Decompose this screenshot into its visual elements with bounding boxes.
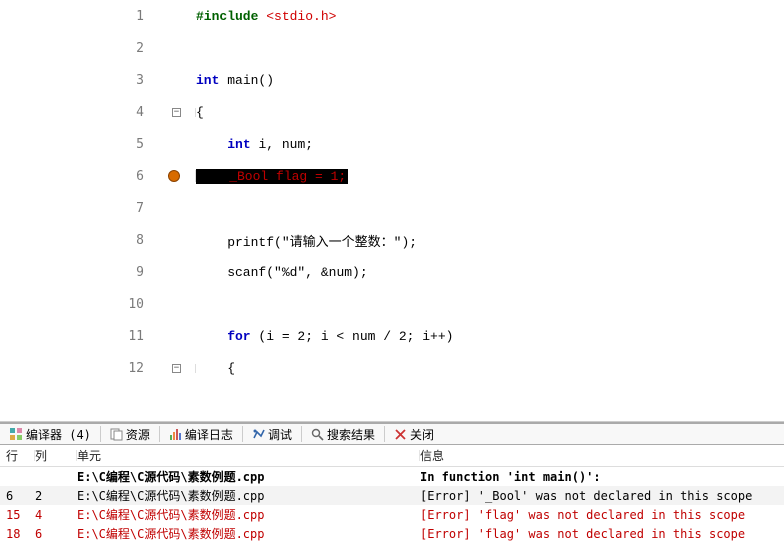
tab-debug[interactable]: 调试: [246, 424, 298, 445]
line-number: 11: [0, 329, 154, 344]
tab-close-label: 关闭: [410, 426, 434, 443]
code-line[interactable]: 10: [0, 288, 784, 320]
table-row[interactable]: 62E:\C编程\C源代码\素数例题.cpp[Error] '_Bool' wa…: [0, 486, 784, 505]
code-text[interactable]: printf("请输入一个整数：");: [196, 231, 784, 250]
log-icon: [169, 428, 182, 441]
tab-debug-label: 调试: [268, 426, 292, 443]
code-line[interactable]: 12 − {: [0, 352, 784, 384]
line-number: 6: [0, 169, 154, 184]
code-line[interactable]: 8 printf("请输入一个整数：");: [0, 224, 784, 256]
line-number: 4: [0, 105, 154, 120]
cell-info: [Error] '_Bool' was not declared in this…: [420, 489, 784, 503]
cell-unit: E:\C编程\C源代码\素数例题.cpp: [77, 506, 420, 523]
code-line[interactable]: 7: [0, 192, 784, 224]
tab-log[interactable]: 编译日志: [163, 424, 239, 445]
cell-col: 4: [35, 508, 77, 522]
close-icon: [394, 428, 407, 441]
code-text[interactable]: int i, num;: [196, 137, 784, 152]
header-col[interactable]: 列: [35, 447, 77, 464]
cell-unit: E:\C编程\C源代码\素数例题.cpp: [77, 487, 420, 504]
cell-unit: E:\C编程\C源代码\素数例题.cpp: [77, 525, 420, 542]
tab-close[interactable]: 关闭: [388, 424, 440, 445]
cell-col: 6: [35, 527, 77, 541]
cell-line: 18: [0, 527, 35, 541]
gutter[interactable]: [154, 170, 196, 182]
cell-info: [Error] 'flag' was not declared in this …: [420, 527, 784, 541]
code-line[interactable]: 6 _Bool flag = 1;: [0, 160, 784, 192]
code-editor[interactable]: 1 #include <stdio.h> 2 3 int main() 4 − {5 int …: [0, 0, 784, 422]
cell-info: In function 'int main()':: [420, 470, 784, 484]
fold-toggle-icon[interactable]: −: [172, 108, 181, 117]
code-text[interactable]: int main(): [196, 73, 784, 88]
code-line[interactable]: 1 #include <stdio.h>: [0, 0, 784, 32]
code-line[interactable]: 4 − {: [0, 96, 784, 128]
tab-compiler[interactable]: 编译器 (4): [4, 424, 97, 445]
table-row[interactable]: 186E:\C编程\C源代码\素数例题.cpp[Error] 'flag' wa…: [0, 524, 784, 543]
tab-compiler-label: 编译器 (4): [26, 426, 91, 443]
tab-resources[interactable]: 资源: [104, 424, 156, 445]
compiler-icon: [10, 428, 23, 441]
code-text[interactable]: scanf("%d", &num);: [196, 265, 784, 280]
compiler-output-table: 行 列 单元 信息 E:\C编程\C源代码\素数例题.cppIn functio…: [0, 445, 784, 543]
cell-line: 6: [0, 489, 35, 503]
code-line[interactable]: 3 int main(): [0, 64, 784, 96]
line-number: 2: [0, 41, 154, 56]
tab-search[interactable]: 搜索结果: [305, 424, 381, 445]
code-text[interactable]: #include <stdio.h>: [196, 9, 784, 24]
header-info[interactable]: 信息: [420, 447, 784, 464]
cell-info: [Error] 'flag' was not declared in this …: [420, 508, 784, 522]
gutter[interactable]: −: [154, 364, 196, 373]
header-unit[interactable]: 单元: [77, 447, 420, 464]
line-number: 8: [0, 233, 154, 248]
table-header: 行 列 单元 信息: [0, 445, 784, 467]
table-row[interactable]: 154E:\C编程\C源代码\素数例题.cpp[Error] 'flag' wa…: [0, 505, 784, 524]
code-line[interactable]: 2: [0, 32, 784, 64]
line-number: 10: [0, 297, 154, 312]
code-text[interactable]: {: [196, 361, 784, 376]
search-icon: [311, 428, 324, 441]
code-line[interactable]: 11 for (i = 2; i < num / 2; i++): [0, 320, 784, 352]
bottom-panel-tabs: 编译器 (4) 资源 编译日志 调试 搜索结果 关闭: [0, 422, 784, 445]
code-line[interactable]: 5 int i, num;: [0, 128, 784, 160]
cell-line: 15: [0, 508, 35, 522]
line-number: 3: [0, 73, 154, 88]
resources-icon: [110, 428, 123, 441]
fold-toggle-icon[interactable]: −: [172, 364, 181, 373]
breakpoint-icon[interactable]: [168, 170, 180, 182]
line-number: 9: [0, 265, 154, 280]
table-row[interactable]: E:\C编程\C源代码\素数例题.cppIn function 'int mai…: [0, 467, 784, 486]
header-line[interactable]: 行: [0, 447, 35, 464]
line-number: 12: [0, 361, 154, 376]
tab-resources-label: 资源: [126, 426, 150, 443]
cell-col: 2: [35, 489, 77, 503]
code-text[interactable]: _Bool flag = 1;: [196, 169, 784, 184]
gutter[interactable]: −: [154, 108, 196, 117]
line-number: 7: [0, 201, 154, 216]
tab-log-label: 编译日志: [185, 426, 233, 443]
line-number: 1: [0, 9, 154, 24]
cell-unit: E:\C编程\C源代码\素数例题.cpp: [77, 468, 420, 485]
code-line[interactable]: 9 scanf("%d", &num);: [0, 256, 784, 288]
debug-icon: [252, 428, 265, 441]
code-text[interactable]: for (i = 2; i < num / 2; i++): [196, 329, 784, 344]
tab-search-label: 搜索结果: [327, 426, 375, 443]
code-text[interactable]: {: [196, 105, 784, 120]
line-number: 5: [0, 137, 154, 152]
